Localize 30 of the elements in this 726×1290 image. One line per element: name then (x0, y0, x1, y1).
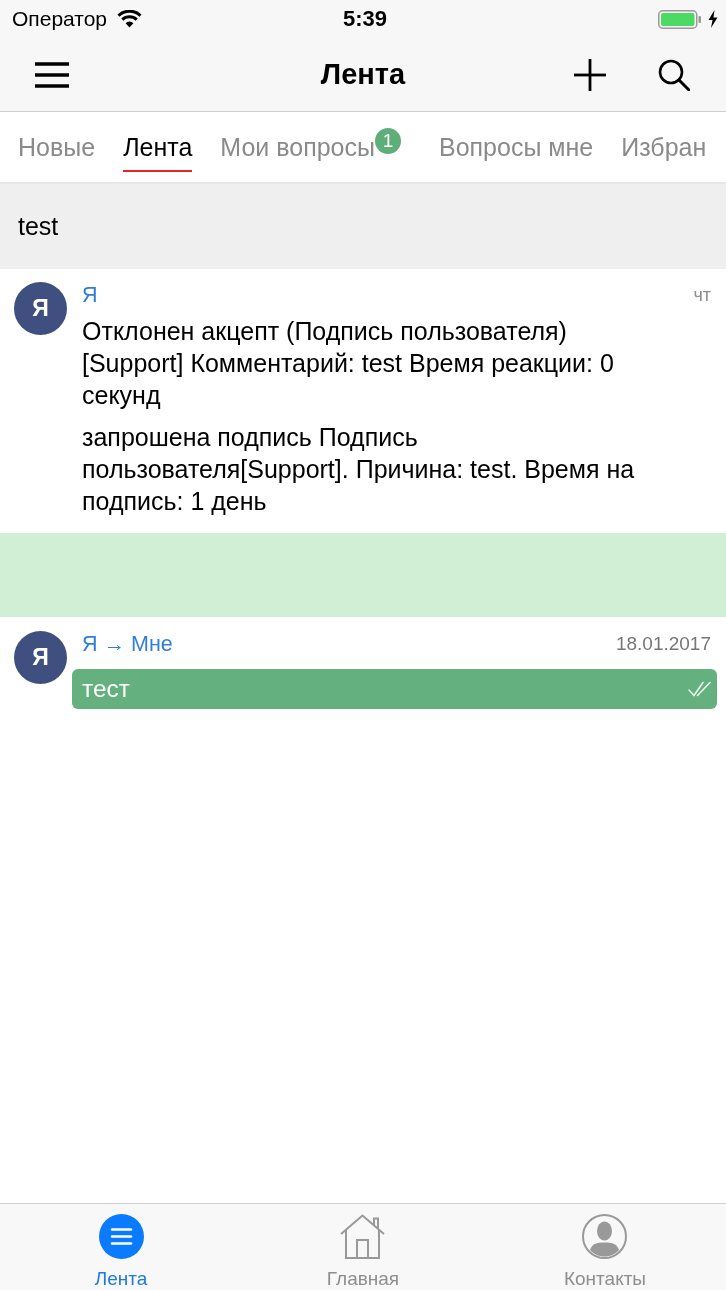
list-icon (98, 1214, 144, 1259)
search-icon[interactable] (658, 58, 690, 91)
house-icon (340, 1214, 386, 1259)
user-icon (582, 1214, 628, 1259)
tab[interactable]: Избран (621, 112, 707, 172)
message-text: Отклонен акцепт (Подпись пользователя) [Support] Комментарий: test Время реакции: 0 секунд (82, 316, 615, 411)
battery-icon (658, 9, 701, 29)
timestamp: 18.01.2017 (615, 633, 711, 655)
carrier-name: Оператор (12, 7, 108, 31)
tab[interactable]: Лента (123, 112, 193, 172)
message-text: тест (82, 675, 131, 703)
tab-bar-item[interactable]: Контакты (563, 1204, 647, 1290)
author-name: Я (82, 282, 98, 308)
tab-bar-item[interactable]: Главная (326, 1204, 400, 1290)
wifi-icon (117, 10, 143, 28)
author-name: Я → Мне (82, 631, 173, 657)
screen-title: Лента (320, 58, 406, 91)
plus-icon[interactable] (574, 58, 606, 91)
section-title: test (18, 212, 59, 241)
tab[interactable]: Новые (18, 112, 96, 172)
tab[interactable]: Мои вопросы (220, 112, 375, 172)
message-text: запрошена подпись Подпись пользователя[Support]. Причина: test. Время на подпись: 1 день (82, 422, 636, 517)
menu-icon[interactable] (35, 61, 69, 88)
timestamp: чт (693, 284, 711, 306)
clock-time: 5:39 (342, 6, 387, 32)
avatar: Я (14, 631, 67, 684)
count-badge: 1 (374, 128, 401, 154)
tab-bar-item[interactable]: Лента (94, 1204, 148, 1290)
tab[interactable]: Вопросы мне (438, 112, 594, 172)
avatar: Я (14, 282, 67, 335)
